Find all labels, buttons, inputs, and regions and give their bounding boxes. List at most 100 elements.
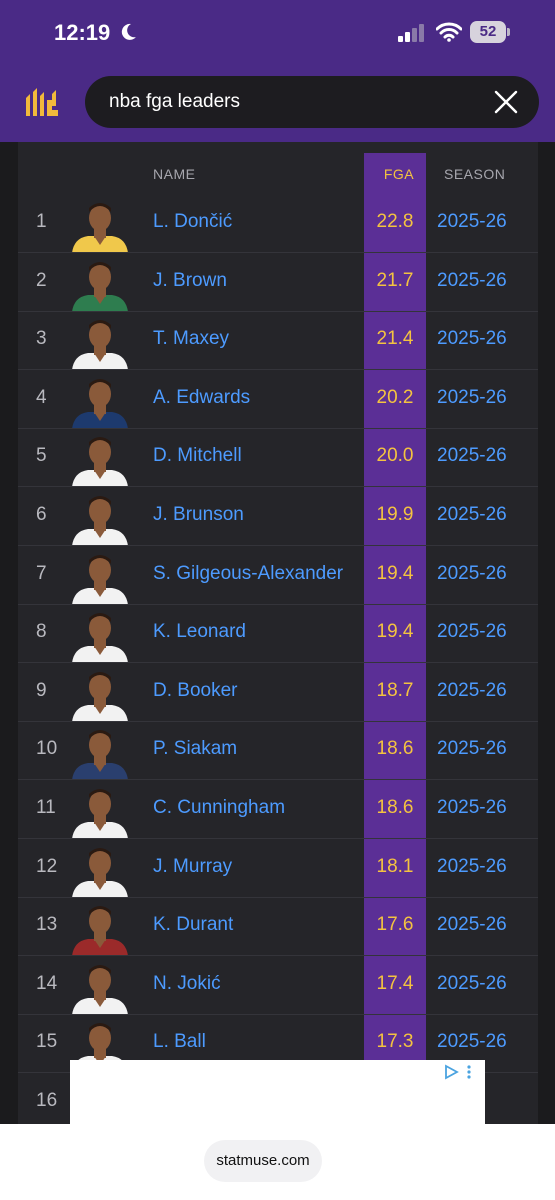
rank-cell: 16	[36, 1090, 58, 1111]
player-name-link[interactable]: T. Maxey	[153, 328, 229, 350]
header-season[interactable]: SEASON	[444, 166, 505, 182]
player-name-link[interactable]: S. Gilgeous-Alexander	[153, 563, 343, 585]
table-row[interactable]: 9 D. Booker 18.7 2025-26	[18, 664, 538, 722]
player-headshot[interactable]	[70, 432, 130, 488]
player-headshot[interactable]	[70, 550, 130, 605]
ad-choices-icon[interactable]	[443, 1064, 477, 1085]
season-link[interactable]: 2025-26	[437, 856, 507, 878]
player-name-link[interactable]: D. Booker	[153, 680, 237, 702]
player-headshot[interactable]	[70, 843, 130, 898]
player-name-link[interactable]: C. Cunningham	[153, 797, 285, 819]
browser-bottom-bar: statmuse.com	[0, 1124, 555, 1200]
player-headshot[interactable]	[70, 667, 130, 722]
season-link[interactable]: 2025-26	[437, 738, 507, 760]
cellular-signal-icon	[398, 24, 426, 47]
season-link[interactable]: 2025-26	[437, 797, 507, 819]
player-headshot[interactable]	[70, 491, 130, 546]
player-headshot[interactable]	[70, 960, 130, 1015]
fga-cell: 17.4	[376, 972, 414, 994]
rank-cell: 3	[36, 328, 47, 350]
season-link[interactable]: 2025-26	[437, 914, 507, 936]
season-link[interactable]: 2025-26	[437, 1031, 507, 1053]
fga-cell: 18.7	[376, 679, 414, 701]
status-bar: 12:19 52	[0, 0, 555, 66]
table-row[interactable]: 10 P. Siakam 18.6 2025-26	[18, 722, 538, 781]
header-name[interactable]: NAME	[153, 166, 195, 182]
rank-cell: 15	[36, 1031, 58, 1053]
fga-cell: 19.4	[376, 621, 414, 643]
table-row[interactable]: 11 C. Cunningham 18.6 2025-26	[18, 781, 538, 839]
top-header: 12:19 52 nba fga leaders	[0, 0, 555, 142]
rank-cell: 8	[36, 621, 47, 643]
player-name-link[interactable]: J. Murray	[153, 856, 232, 878]
player-headshot[interactable]	[70, 784, 130, 839]
player-headshot[interactable]	[70, 257, 130, 312]
player-name-link[interactable]: D. Mitchell	[153, 445, 242, 467]
table-row[interactable]: 1 L. Dončić 22.8 2025-26	[18, 195, 538, 253]
player-headshot[interactable]	[70, 608, 130, 664]
statmuse-logo-icon[interactable]	[24, 88, 64, 123]
player-headshot[interactable]	[70, 374, 130, 429]
player-name-link[interactable]: J. Brown	[153, 270, 227, 292]
season-link[interactable]: 2025-26	[437, 445, 507, 467]
table-row[interactable]: 2 J. Brown 21.7 2025-26	[18, 254, 538, 312]
moon-icon	[118, 22, 138, 47]
header-fga[interactable]: FGA	[382, 166, 416, 182]
rank-cell: 7	[36, 562, 47, 584]
status-time: 12:19	[54, 20, 111, 45]
rank-cell: 9	[36, 679, 47, 701]
table-row[interactable]: 5 D. Mitchell 20.0 2025-26	[18, 429, 538, 488]
table-row[interactable]: 12 J. Murray 18.1 2025-26	[18, 840, 538, 898]
player-name-link[interactable]: L. Ball	[153, 1031, 206, 1053]
fga-cell: 19.9	[376, 504, 414, 525]
battery-level: 52	[470, 21, 506, 43]
season-link[interactable]: 2025-26	[437, 563, 507, 585]
player-name-link[interactable]: K. Durant	[153, 914, 233, 936]
fga-cell: 17.3	[376, 1031, 414, 1053]
fga-cell: 21.4	[376, 328, 414, 350]
player-headshot[interactable]	[70, 315, 130, 371]
player-headshot[interactable]	[70, 725, 130, 781]
player-name-link[interactable]: J. Brunson	[153, 504, 244, 526]
table-row[interactable]: 14 N. Jokić 17.4 2025-26	[18, 957, 538, 1015]
rank-cell: 4	[36, 386, 47, 408]
player-name-link[interactable]: P. Siakam	[153, 738, 237, 760]
search-input[interactable]: nba fga leaders	[85, 76, 539, 128]
season-link[interactable]: 2025-26	[437, 621, 507, 643]
clear-search-button[interactable]	[493, 89, 519, 115]
rank-cell: 6	[36, 504, 47, 525]
player-name-link[interactable]: N. Jokić	[153, 973, 221, 995]
season-link[interactable]: 2025-26	[437, 387, 507, 409]
table-row[interactable]: 7 S. Gilgeous-Alexander 19.4 2025-26	[18, 547, 538, 605]
season-link[interactable]: 2025-26	[437, 270, 507, 292]
rank-cell: 14	[36, 972, 58, 994]
fga-cell: 18.6	[376, 738, 414, 760]
player-name-link[interactable]: L. Dončić	[153, 211, 232, 233]
table-row[interactable]: 6 J. Brunson 19.9 2025-26	[18, 488, 538, 546]
season-link[interactable]: 2025-26	[437, 973, 507, 995]
advertisement-banner[interactable]	[70, 1060, 485, 1124]
table-row[interactable]: 3 T. Maxey 21.4 2025-26	[18, 312, 538, 371]
battery-icon: 52	[470, 21, 510, 43]
search-query[interactable]: nba fga leaders	[109, 91, 240, 113]
wifi-icon	[435, 22, 463, 47]
table-row[interactable]: 8 K. Leonard 19.4 2025-26	[18, 605, 538, 664]
fga-cell: 19.4	[376, 562, 414, 584]
fga-cell: 20.0	[376, 445, 414, 467]
player-name-link[interactable]: A. Edwards	[153, 387, 250, 409]
player-headshot[interactable]	[70, 198, 130, 253]
url-bar[interactable]: statmuse.com	[204, 1140, 322, 1182]
fga-cell: 17.6	[376, 914, 414, 936]
season-link[interactable]: 2025-26	[437, 211, 507, 233]
rank-cell: 13	[36, 914, 58, 936]
rank-cell: 12	[36, 855, 58, 877]
table-row[interactable]: 4 A. Edwards 20.2 2025-26	[18, 371, 538, 429]
table-row[interactable]: 13 K. Durant 17.6 2025-26	[18, 898, 538, 957]
rank-cell: 2	[36, 269, 47, 291]
season-link[interactable]: 2025-26	[437, 504, 507, 526]
player-headshot[interactable]	[70, 901, 130, 957]
player-name-link[interactable]: K. Leonard	[153, 621, 246, 643]
fga-cell: 18.6	[376, 797, 414, 818]
season-link[interactable]: 2025-26	[437, 680, 507, 702]
season-link[interactable]: 2025-26	[437, 328, 507, 350]
